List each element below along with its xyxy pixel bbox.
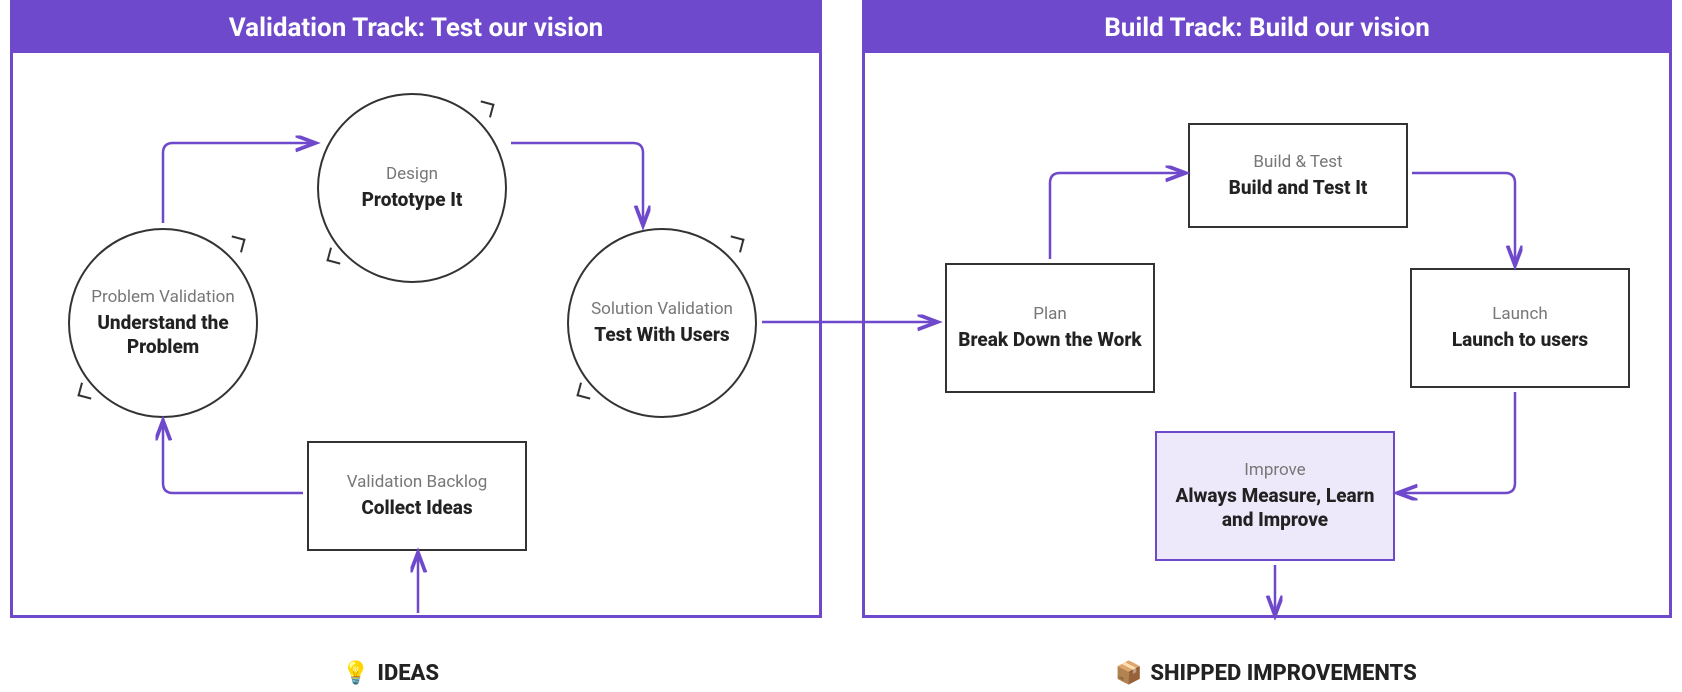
build-track: Build Track: Build our vision Plan Break… [862,0,1672,618]
node-design: Design Prototype It [317,93,507,283]
node-title: Build and Test It [1229,176,1368,200]
node-subtitle: Design [386,164,438,184]
circle-tick-icon [326,247,343,264]
validation-footer-label: IDEAS [377,661,439,686]
node-subtitle: Build & Test [1253,152,1342,172]
node-subtitle: Validation Backlog [347,472,488,492]
build-footer-label: SHIPPED IMPROVEMENTS [1150,661,1416,686]
validation-track: Validation Track: Test our vision Proble… [10,0,822,618]
node-problem-validation: Problem Validation Understand the Proble… [68,228,258,418]
build-track-body: Plan Break Down the Work Build & Test Bu… [865,53,1669,615]
validation-track-body: Problem Validation Understand the Proble… [13,53,819,615]
circle-tick-icon [477,100,494,117]
node-solution-validation: Solution Validation Test With Users [567,228,757,418]
node-subtitle: Problem Validation [91,287,234,307]
circle-tick-icon [727,235,744,252]
build-track-header: Build Track: Build our vision [865,3,1669,53]
node-plan: Plan Break Down the Work [945,263,1155,393]
node-launch: Launch Launch to users [1410,268,1630,388]
node-title: Understand the Problem [80,311,246,359]
build-footer: 📦 SHIPPED IMPROVEMENTS [1115,661,1417,686]
node-subtitle: Launch [1492,304,1547,324]
circle-tick-icon [228,235,245,252]
node-subtitle: Improve [1244,460,1305,480]
node-title: Collect Ideas [361,496,472,520]
validation-track-header: Validation Track: Test our vision [13,3,819,53]
lightbulb-icon: 💡 [342,661,369,686]
package-icon: 📦 [1115,661,1142,686]
node-subtitle: Plan [1033,304,1067,324]
validation-footer: 💡 IDEAS [342,661,439,686]
circle-tick-icon [77,382,94,399]
node-validation-backlog: Validation Backlog Collect Ideas [307,441,527,551]
node-title: Test With Users [594,323,729,347]
node-title: Launch to users [1452,328,1588,352]
node-subtitle: Solution Validation [591,299,733,319]
node-title: Always Measure, Learn and Improve [1167,484,1383,532]
node-title: Break Down the Work [958,328,1141,352]
node-title: Prototype It [362,188,463,212]
node-build-test: Build & Test Build and Test It [1188,123,1408,228]
circle-tick-icon [576,382,593,399]
node-improve: Improve Always Measure, Learn and Improv… [1155,431,1395,561]
